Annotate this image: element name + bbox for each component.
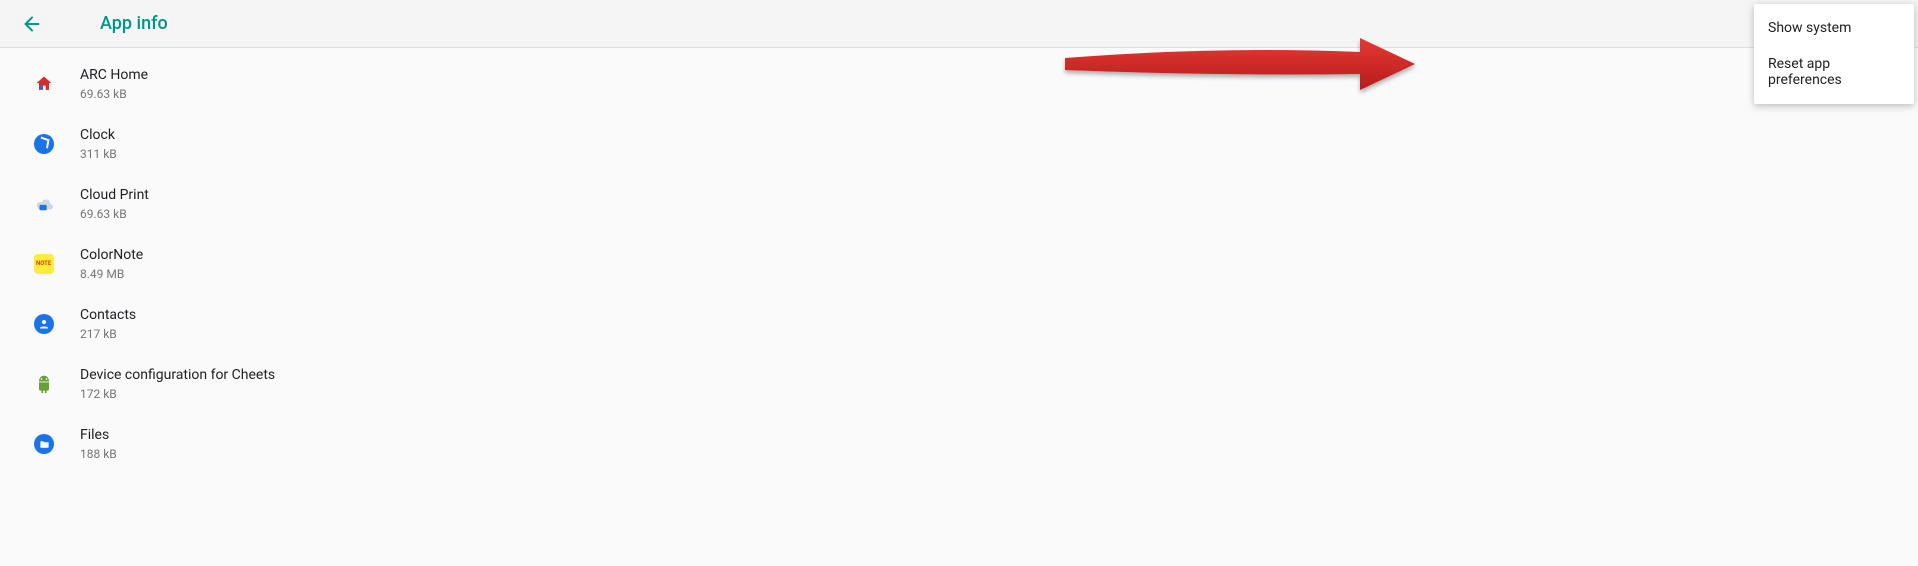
- contacts-icon: [20, 314, 68, 334]
- app-row-clock[interactable]: Clock 311 kB: [0, 114, 1918, 174]
- app-row-contacts[interactable]: Contacts 217 kB: [0, 294, 1918, 354]
- app-name: Device configuration for Cheets: [80, 366, 275, 384]
- overflow-menu: Show system Reset app preferences: [1754, 4, 1914, 104]
- app-row-files[interactable]: Files 188 kB: [0, 414, 1918, 474]
- colornote-icon: [20, 254, 68, 274]
- app-row-cloud-print[interactable]: Cloud Print 69.63 kB: [0, 174, 1918, 234]
- menu-item-show-system[interactable]: Show system: [1754, 10, 1914, 46]
- app-name: Clock: [80, 126, 117, 144]
- files-icon: [20, 434, 68, 454]
- menu-item-reset-app-preferences[interactable]: Reset app preferences: [1754, 46, 1914, 98]
- app-name: ARC Home: [80, 66, 148, 84]
- app-size: 188 kB: [80, 446, 117, 462]
- android-icon: [20, 374, 68, 394]
- app-size: 69.63 kB: [80, 206, 149, 222]
- clock-icon: [20, 134, 68, 154]
- arc-home-icon: [20, 74, 68, 94]
- app-row-arc-home[interactable]: ARC Home 69.63 kB: [0, 54, 1918, 114]
- app-size: 311 kB: [80, 146, 117, 162]
- back-arrow-icon: [21, 13, 43, 35]
- cloud-print-icon: [20, 195, 68, 213]
- app-row-device-config[interactable]: Device configuration for Cheets 172 kB: [0, 354, 1918, 414]
- back-button[interactable]: [20, 12, 44, 36]
- app-row-colornote[interactable]: ColorNote 8.49 MB: [0, 234, 1918, 294]
- app-name: Cloud Print: [80, 186, 149, 204]
- app-list: ARC Home 69.63 kB Clock 311 kB Cloud Pri…: [0, 48, 1918, 474]
- header-bar: App info: [0, 0, 1918, 48]
- app-size: 172 kB: [80, 386, 275, 402]
- app-size: 8.49 MB: [80, 266, 143, 282]
- app-size: 217 kB: [80, 326, 136, 342]
- app-name: Contacts: [80, 306, 136, 324]
- app-name: ColorNote: [80, 246, 143, 264]
- app-size: 69.63 kB: [80, 86, 148, 102]
- app-name: Files: [80, 426, 117, 444]
- page-title: App info: [100, 13, 168, 34]
